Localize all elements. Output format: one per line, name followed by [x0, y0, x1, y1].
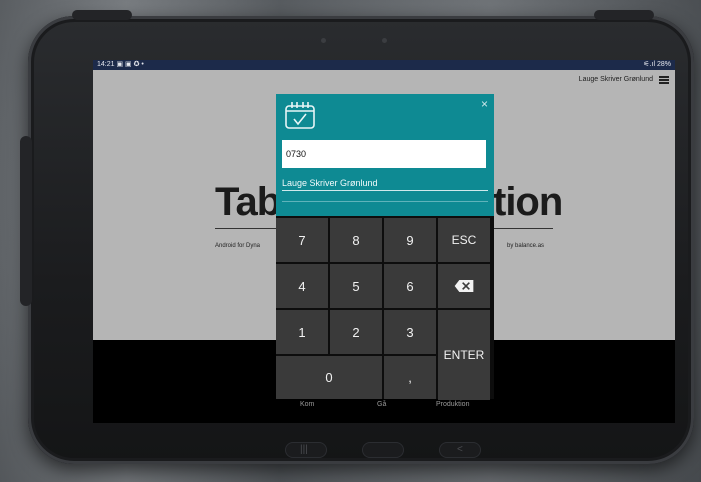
- sensor-dot-icon: [382, 38, 387, 43]
- key-backspace[interactable]: [438, 264, 490, 308]
- key-8[interactable]: 8: [330, 218, 382, 262]
- subtitle-right: by balance.as: [507, 243, 545, 249]
- back-icon: <: [457, 444, 463, 455]
- back-button[interactable]: <: [439, 442, 481, 458]
- footer-ga[interactable]: Gå: [377, 401, 386, 408]
- subtitle-left: Android for Dyna: [215, 243, 261, 249]
- status-right-area: ⚟.ıl 28%: [643, 60, 671, 70]
- recent-apps-icon: |||: [300, 444, 308, 455]
- recent-apps-button[interactable]: |||: [285, 442, 327, 458]
- name-underline: [282, 190, 488, 191]
- status-indicators-icon: ▣ ▣ ✪ •: [116, 61, 144, 68]
- calendar-check-icon: [285, 102, 315, 129]
- status-time: 14:21: [97, 61, 115, 68]
- tablet-top-button-right: [594, 10, 654, 20]
- battery-level: 28%: [656, 61, 671, 68]
- key-4[interactable]: 4: [276, 264, 328, 308]
- key-6[interactable]: 6: [384, 264, 436, 308]
- key-2[interactable]: 2: [330, 310, 382, 354]
- signal-icon: ⚟.ıl: [643, 61, 656, 68]
- hamburger-menu-icon[interactable]: [659, 76, 669, 84]
- key-7[interactable]: 7: [276, 218, 328, 262]
- camera-dot-icon: [321, 38, 326, 43]
- key-3[interactable]: 3: [384, 310, 436, 354]
- key-5[interactable]: 5: [330, 264, 382, 308]
- close-icon[interactable]: ×: [481, 98, 488, 110]
- employee-number-input[interactable]: [282, 140, 486, 168]
- backspace-icon: [454, 280, 474, 292]
- home-button[interactable]: [362, 442, 404, 458]
- key-enter[interactable]: ENTER: [438, 310, 490, 400]
- tablet-side-bumper: [20, 136, 32, 306]
- keypad-footer: Kom Gå Produktion: [276, 401, 494, 415]
- page-title-right: tion: [493, 180, 563, 224]
- secondary-underline: [282, 201, 488, 202]
- key-comma[interactable]: ,: [384, 356, 436, 399]
- tablet-screen: 14:21 ▣ ▣ ✪ • ⚟.ıl 28% Lauge Skriver Grø…: [93, 60, 675, 423]
- key-9[interactable]: 9: [384, 218, 436, 262]
- tablet-top-button-left: [72, 10, 132, 20]
- user-name-label: Lauge Skriver Grønlund: [578, 76, 653, 83]
- status-bar: 14:21 ▣ ▣ ✪ • ⚟.ıl 28%: [93, 60, 675, 70]
- employee-name: Lauge Skriver Grønlund: [282, 178, 378, 188]
- footer-kom[interactable]: Kom: [300, 401, 314, 408]
- numeric-keypad: 7 8 9 ESC 4 5 6 1 2 3 ENTER 0 ,: [276, 216, 494, 400]
- key-1[interactable]: 1: [276, 310, 328, 354]
- footer-produktion[interactable]: Produktion: [436, 401, 469, 408]
- key-0[interactable]: 0: [276, 356, 382, 399]
- status-time-area: 14:21 ▣ ▣ ✪ •: [97, 60, 144, 70]
- login-dialog: × Lauge Skriver Grønlund: [276, 94, 494, 216]
- key-esc[interactable]: ESC: [438, 218, 490, 262]
